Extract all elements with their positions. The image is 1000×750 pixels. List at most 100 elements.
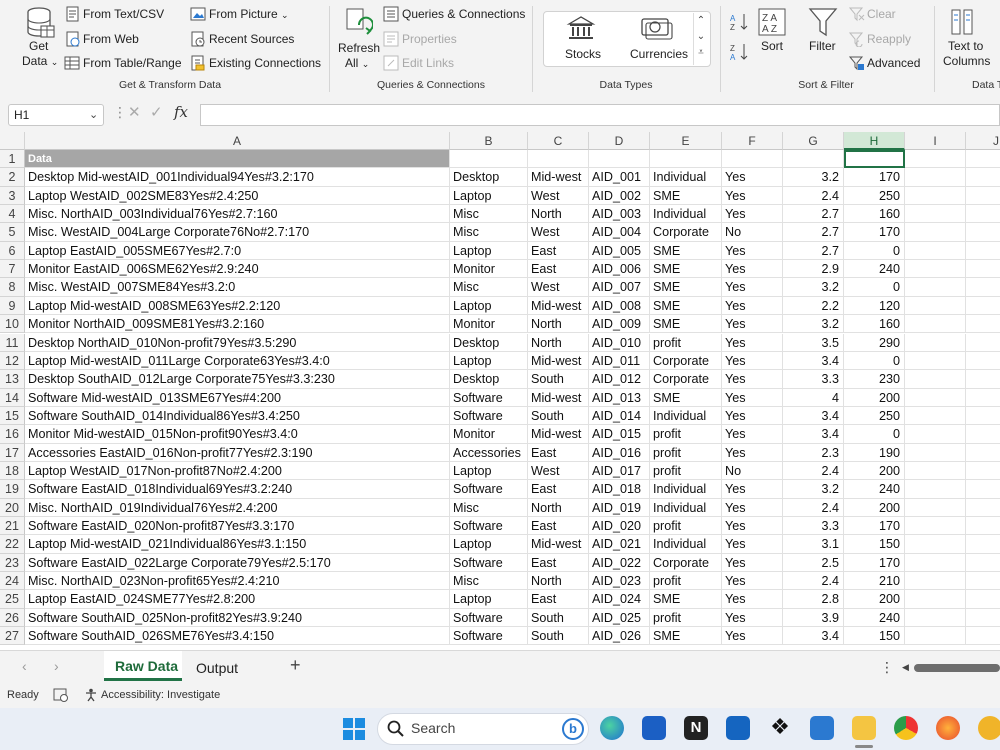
cell-j7[interactable] bbox=[966, 260, 1000, 279]
cell-f2[interactable]: Yes bbox=[722, 168, 783, 187]
column-header-a[interactable]: A bbox=[25, 132, 450, 150]
scroll-down-icon[interactable]: ⌄ bbox=[694, 29, 708, 45]
cell-f27[interactable]: Yes bbox=[722, 627, 783, 646]
from-web-button[interactable]: From Web bbox=[83, 32, 139, 46]
cell-f24[interactable]: Yes bbox=[722, 572, 783, 591]
cell-g18[interactable]: 2.4 bbox=[783, 461, 844, 481]
cell-a25[interactable]: Laptop EastAID_024SME77Yes#2.8:200 bbox=[25, 590, 450, 609]
cell-e24[interactable]: profit bbox=[650, 572, 722, 591]
cell-a10[interactable]: Monitor NorthAID_009SME81Yes#3.2:160 bbox=[25, 315, 450, 334]
cell-g19[interactable]: 3.2 bbox=[783, 480, 844, 499]
cell-e12[interactable]: Corporate bbox=[650, 351, 722, 371]
cell-a23[interactable]: Software EastAID_022Large Corporate79Yes… bbox=[25, 553, 450, 573]
bing-icon[interactable]: b bbox=[562, 718, 584, 740]
cell-i16[interactable] bbox=[905, 425, 966, 444]
cell-c21[interactable]: East bbox=[528, 517, 589, 536]
cell-d13[interactable]: AID_012 bbox=[589, 370, 650, 389]
dropbox-icon[interactable]: ❖ bbox=[768, 716, 792, 740]
cell-j18[interactable] bbox=[966, 462, 1000, 481]
cell-e17[interactable]: profit bbox=[650, 443, 722, 462]
cell-c13[interactable]: South bbox=[528, 370, 589, 389]
cell-d14[interactable]: AID_013 bbox=[589, 388, 650, 407]
cell-b7[interactable]: Monitor bbox=[450, 260, 528, 279]
cell-f25[interactable]: Yes bbox=[722, 590, 783, 609]
macro-record-icon[interactable] bbox=[53, 688, 69, 702]
row-header[interactable]: 3 bbox=[0, 186, 25, 206]
properties-button[interactable]: Properties bbox=[402, 32, 457, 46]
cell-a1[interactable]: Data bbox=[25, 150, 450, 169]
existing-connections-button[interactable]: Existing Connections bbox=[209, 56, 321, 70]
gallery-scroll[interactable]: ⌃ ⌄ ⩡ bbox=[693, 13, 708, 65]
mail-icon[interactable] bbox=[726, 716, 750, 740]
cell-i8[interactable] bbox=[905, 278, 966, 297]
row-header[interactable]: 7 bbox=[0, 260, 25, 279]
cell-h14[interactable]: 200 bbox=[844, 388, 905, 407]
cell-a3[interactable]: Laptop WestAID_002SME83Yes#2.4:250 bbox=[25, 186, 450, 206]
cell-a18[interactable]: Laptop WestAID_017Non-profit87No#2.4:200 bbox=[25, 461, 450, 481]
row-header[interactable]: 14 bbox=[0, 388, 25, 407]
cell-h23[interactable]: 170 bbox=[844, 553, 905, 573]
cell-e9[interactable]: SME bbox=[650, 296, 722, 316]
cell-f11[interactable]: Yes bbox=[722, 333, 783, 352]
cell-g1[interactable] bbox=[783, 150, 844, 169]
queries-connections-button[interactable]: Queries & Connections bbox=[402, 7, 525, 21]
row-header[interactable]: 23 bbox=[0, 553, 25, 573]
row-header[interactable]: 9 bbox=[0, 296, 25, 316]
cell-j27[interactable] bbox=[966, 627, 1000, 646]
taskbar-search[interactable] bbox=[377, 713, 589, 745]
cell-d10[interactable]: AID_009 bbox=[589, 315, 650, 334]
cell-i25[interactable] bbox=[905, 590, 966, 609]
column-header-c[interactable]: C bbox=[528, 132, 589, 150]
cell-g3[interactable]: 2.4 bbox=[783, 186, 844, 206]
app-icon-2[interactable] bbox=[978, 716, 1000, 740]
cell-b9[interactable]: Laptop bbox=[450, 296, 528, 316]
column-header-b[interactable]: B bbox=[450, 132, 528, 150]
cell-e8[interactable]: SME bbox=[650, 278, 722, 297]
cell-b20[interactable]: Misc bbox=[450, 498, 528, 517]
cell-f7[interactable]: Yes bbox=[722, 260, 783, 279]
cell-b10[interactable]: Monitor bbox=[450, 315, 528, 334]
cell-c15[interactable]: South bbox=[528, 406, 589, 426]
cell-e23[interactable]: Corporate bbox=[650, 553, 722, 573]
cell-c6[interactable]: East bbox=[528, 241, 589, 261]
cell-h25[interactable]: 200 bbox=[844, 590, 905, 609]
cell-h8[interactable]: 0 bbox=[844, 278, 905, 297]
cell-h17[interactable]: 190 bbox=[844, 443, 905, 462]
cell-j3[interactable] bbox=[966, 187, 1000, 206]
cell-j13[interactable] bbox=[966, 370, 1000, 389]
cell-e10[interactable]: SME bbox=[650, 315, 722, 334]
cell-e21[interactable]: profit bbox=[650, 517, 722, 536]
cell-f18[interactable]: No bbox=[722, 461, 783, 481]
cell-i10[interactable] bbox=[905, 315, 966, 334]
cell-a8[interactable]: Misc. WestAID_007SME84Yes#3.2:0 bbox=[25, 278, 450, 297]
cell-f16[interactable]: Yes bbox=[722, 425, 783, 444]
row-header[interactable]: 18 bbox=[0, 461, 25, 481]
cell-c11[interactable]: North bbox=[528, 333, 589, 352]
file-explorer-icon[interactable] bbox=[852, 716, 876, 740]
cancel-icon[interactable]: ✕ bbox=[128, 103, 141, 121]
row-header[interactable]: 26 bbox=[0, 608, 25, 628]
cell-j10[interactable] bbox=[966, 315, 1000, 334]
cell-f15[interactable]: Yes bbox=[722, 406, 783, 426]
cell-d12[interactable]: AID_011 bbox=[589, 351, 650, 371]
cell-e16[interactable]: profit bbox=[650, 425, 722, 444]
cell-f13[interactable]: Yes bbox=[722, 370, 783, 389]
cell-b1[interactable] bbox=[450, 150, 528, 169]
refresh-all-label[interactable]: Refresh bbox=[338, 41, 380, 55]
cell-e7[interactable]: SME bbox=[650, 260, 722, 279]
scroll-up-icon[interactable]: ⌃ bbox=[694, 13, 708, 29]
row-header[interactable]: 4 bbox=[0, 205, 25, 224]
cell-j16[interactable] bbox=[966, 425, 1000, 444]
advanced-button[interactable]: Advanced bbox=[867, 56, 920, 70]
cell-e20[interactable]: Individual bbox=[650, 498, 722, 517]
row-header[interactable]: 24 bbox=[0, 572, 25, 591]
cell-h9[interactable]: 120 bbox=[844, 296, 905, 316]
row-header[interactable]: 6 bbox=[0, 241, 25, 261]
cell-i20[interactable] bbox=[905, 498, 966, 517]
cell-b23[interactable]: Software bbox=[450, 553, 528, 573]
cell-c17[interactable]: East bbox=[528, 443, 589, 462]
cell-c24[interactable]: North bbox=[528, 572, 589, 591]
cell-g25[interactable]: 2.8 bbox=[783, 590, 844, 609]
cell-d5[interactable]: AID_004 bbox=[589, 223, 650, 242]
cell-f8[interactable]: Yes bbox=[722, 278, 783, 297]
